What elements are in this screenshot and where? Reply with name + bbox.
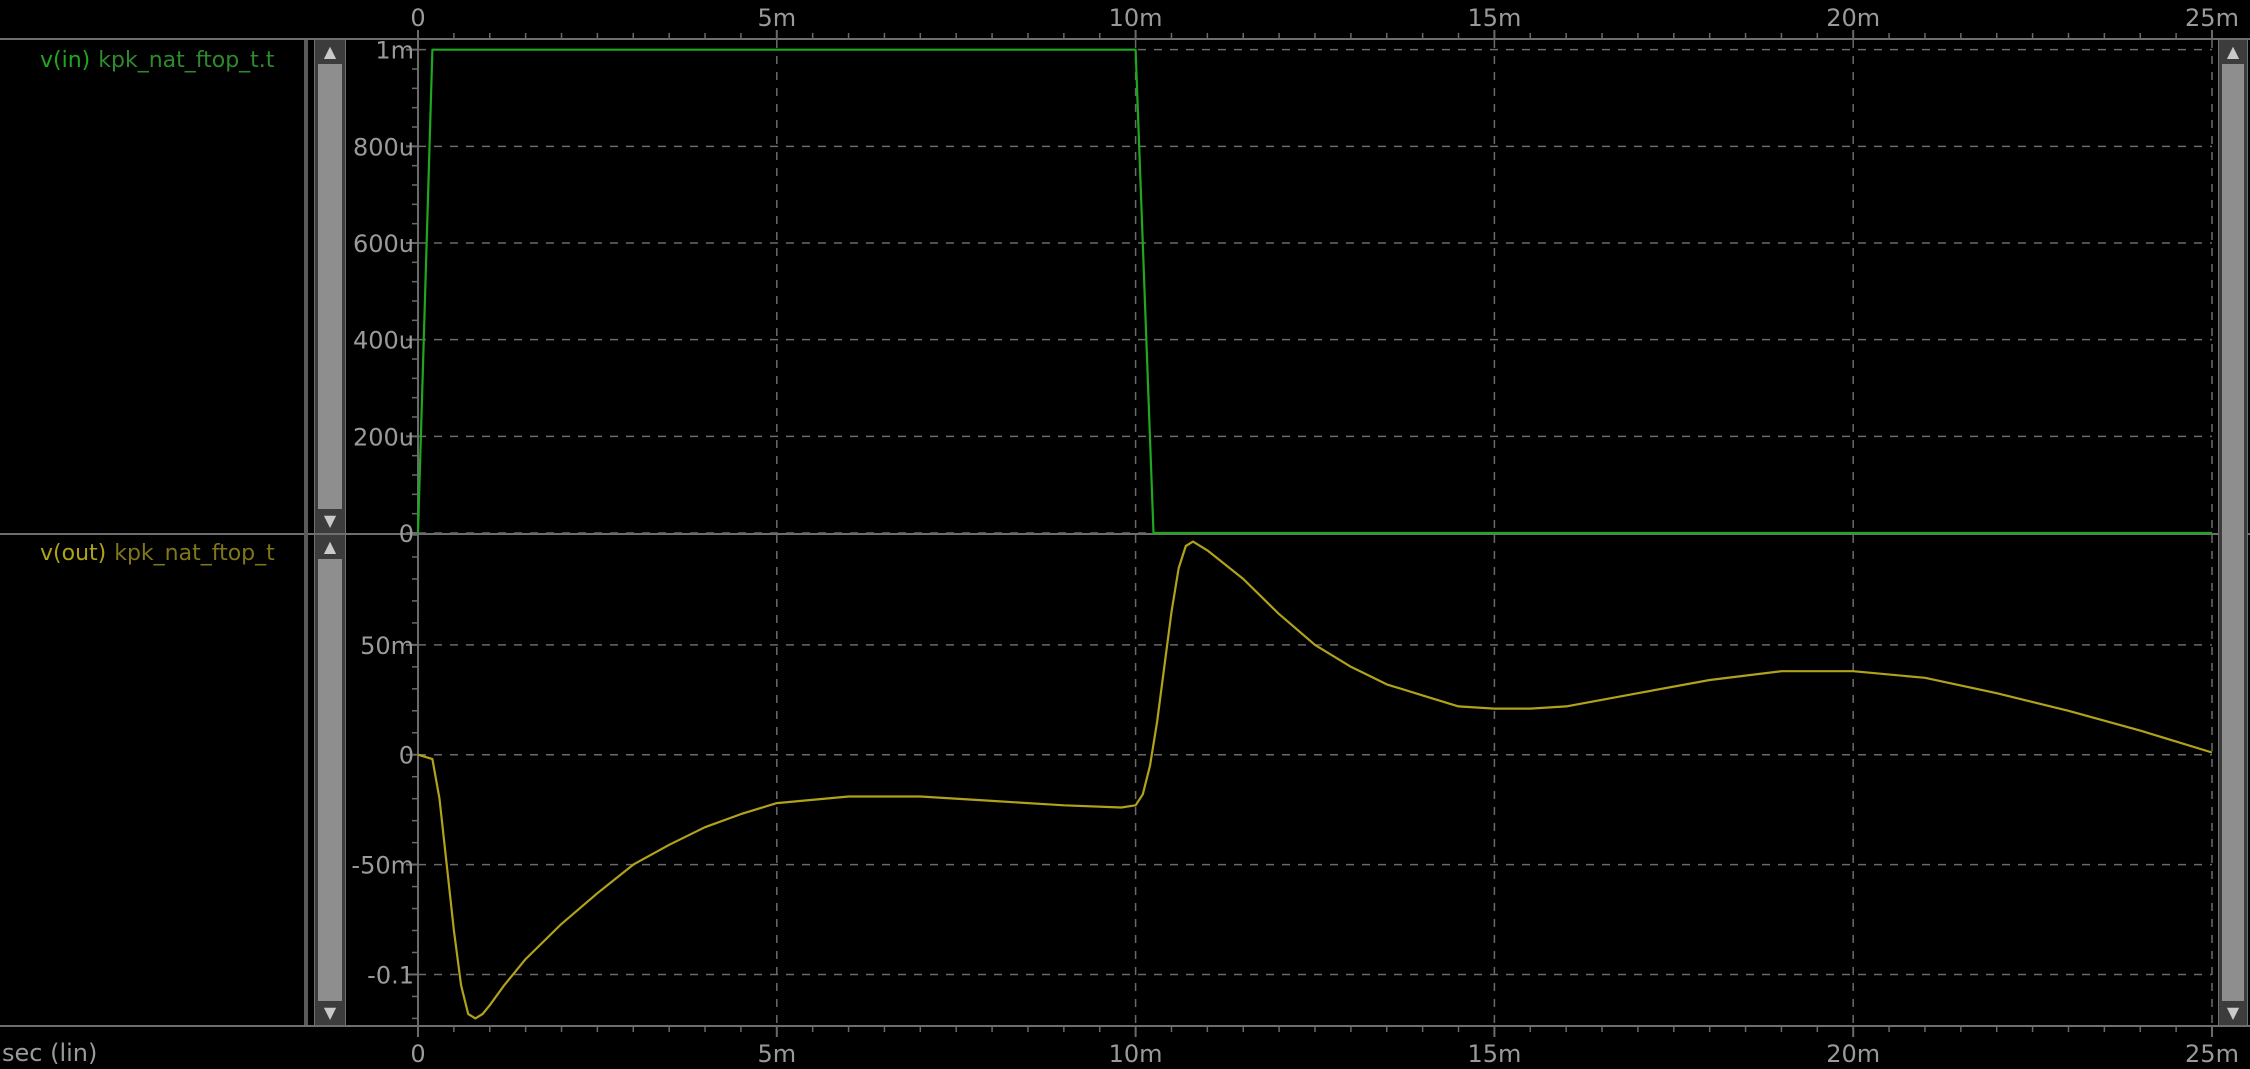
label-gutter-divider	[304, 40, 308, 1025]
scroll-up-arrow-icon[interactable]: ▲	[315, 537, 345, 557]
series-line-v-out-	[417, 540, 2213, 1020]
scroll-down-arrow-icon[interactable]: ▼	[315, 511, 345, 531]
scroll-up-arrow-icon[interactable]: ▲	[315, 42, 345, 62]
scroll-thumb[interactable]	[318, 64, 342, 509]
x-tick-label: 0	[410, 1040, 425, 1068]
y-tick-label: 50m	[360, 632, 414, 660]
trace-label-in[interactable]: v(in) kpk_nat_ftop_t.t	[40, 48, 302, 73]
x-tick-label: 10m	[1109, 1040, 1163, 1068]
trace-name-out: v(out)	[40, 541, 107, 566]
scrollbar-top-panel[interactable]: ▲ ▼	[314, 40, 346, 533]
x-tick-label: 15m	[1467, 4, 1521, 32]
top-x-axis: 0 5m 10m 15m 20m 25m	[410, 4, 2239, 40]
y-tick-label: 600u	[353, 230, 414, 258]
trace-suffix-out: kpk_nat_ftop_t	[114, 541, 275, 566]
trace-name-in: v(in)	[40, 48, 91, 73]
bottom-frame-line	[0, 1025, 2250, 1027]
x-tick-label: 5m	[757, 1040, 796, 1068]
trace-label-out[interactable]: v(out) kpk_nat_ftop_t	[40, 541, 302, 566]
y-tick-label: -50m	[351, 852, 414, 880]
x-tick-label: 5m	[757, 4, 796, 32]
scroll-up-arrow-icon[interactable]: ▲	[2219, 42, 2247, 62]
scrollbar-bottom-panel[interactable]: ▲ ▼	[314, 535, 346, 1025]
v-out-panel: -0.1 -50m 0 50m	[351, 534, 2213, 1025]
x-tick-label: 25m	[2185, 4, 2239, 32]
scroll-down-arrow-icon[interactable]: ▼	[315, 1003, 345, 1023]
x-tick-label: 10m	[1109, 4, 1163, 32]
y-tick-label: 0	[399, 742, 414, 770]
series-line-v-in-	[416, 48, 2212, 535]
x-tick-label: 0	[410, 4, 425, 32]
x-axis-label: sec (lin)	[2, 1039, 98, 1067]
bottom-x-axis: 0 5m 10m 15m 20m 25m	[410, 1025, 2239, 1068]
y-tick-label: -0.1	[367, 961, 414, 989]
waveform-viewer: v(in) kpk_nat_ftop_t.t v(out) kpk_nat_ftop…	[0, 0, 2250, 1069]
scrollbar-right[interactable]: ▲ ▼	[2218, 40, 2248, 1025]
x-tick-label: 25m	[2185, 1040, 2239, 1068]
x-tick-label: 15m	[1467, 1040, 1521, 1068]
scroll-down-arrow-icon[interactable]: ▼	[2219, 1003, 2247, 1023]
scroll-thumb[interactable]	[2222, 64, 2244, 1001]
y-tick-label: 1m	[375, 37, 414, 65]
x-tick-label: 20m	[1826, 4, 1880, 32]
y-tick-label: 800u	[353, 133, 414, 161]
trace-suffix-in: kpk_nat_ftop_t.t	[98, 48, 275, 73]
x-tick-label: 20m	[1826, 1040, 1880, 1068]
y-tick-label: 200u	[353, 423, 414, 451]
scroll-thumb[interactable]	[318, 559, 342, 1001]
y-tick-label: 400u	[353, 327, 414, 355]
v-in-panel: 0200u400u600u800u1m	[353, 37, 2213, 548]
